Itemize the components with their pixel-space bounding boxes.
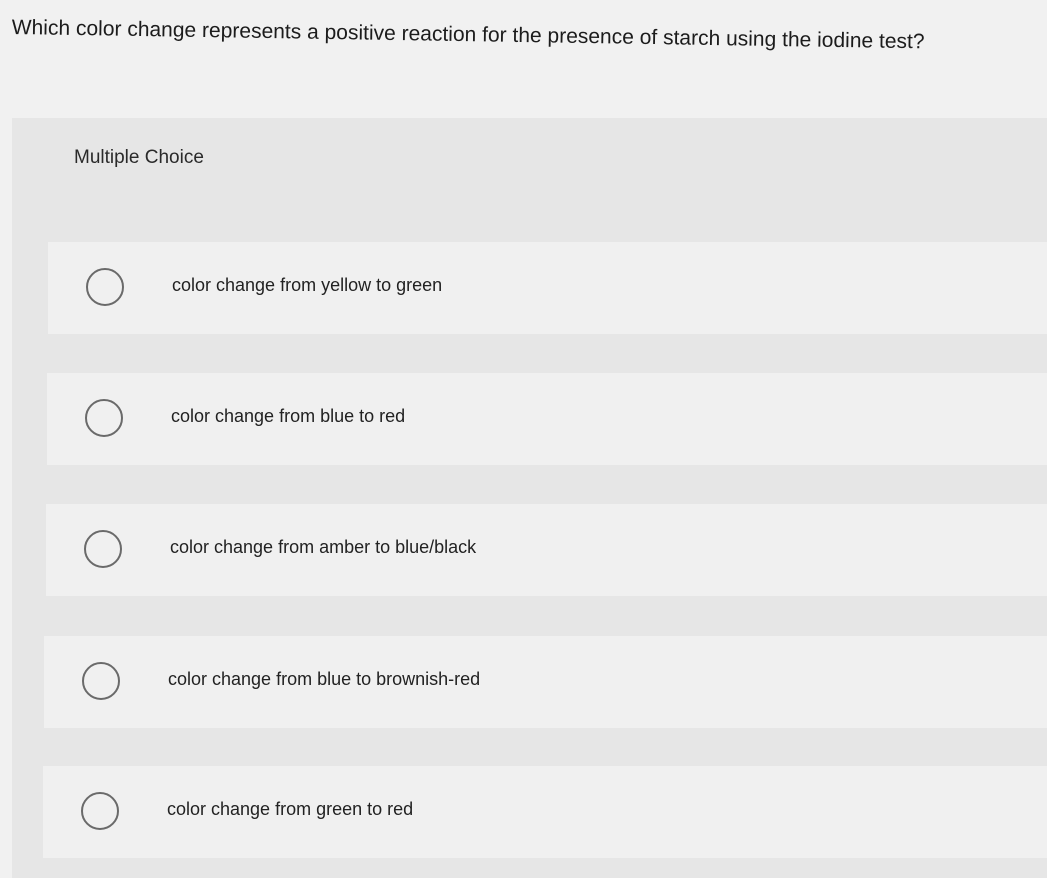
- question-type-label: Multiple Choice: [74, 147, 204, 168]
- answer-panel: [12, 118, 1047, 878]
- choice-label: color change from green to red: [167, 799, 414, 819]
- choice-option-5[interactable]: color change from green to red: [43, 766, 1047, 858]
- choice-label: color change from blue to red: [171, 406, 406, 426]
- radio-button[interactable]: [82, 662, 120, 700]
- choice-label: color change from amber to blue/black: [170, 537, 477, 557]
- choice-option-4[interactable]: color change from blue to brownish-red: [44, 636, 1047, 728]
- radio-button[interactable]: [81, 792, 119, 830]
- choice-option-3[interactable]: color change from amber to blue/black: [46, 504, 1047, 596]
- radio-button[interactable]: [84, 530, 122, 568]
- question-text: Which color change represents a positive…: [11, 15, 925, 54]
- radio-button[interactable]: [86, 268, 124, 306]
- choice-option-2[interactable]: color change from blue to red: [47, 373, 1047, 465]
- radio-button[interactable]: [85, 399, 123, 437]
- choice-label: color change from yellow to green: [172, 275, 443, 295]
- choice-option-1[interactable]: color change from yellow to green: [48, 242, 1047, 334]
- choice-label: color change from blue to brownish-red: [168, 669, 481, 689]
